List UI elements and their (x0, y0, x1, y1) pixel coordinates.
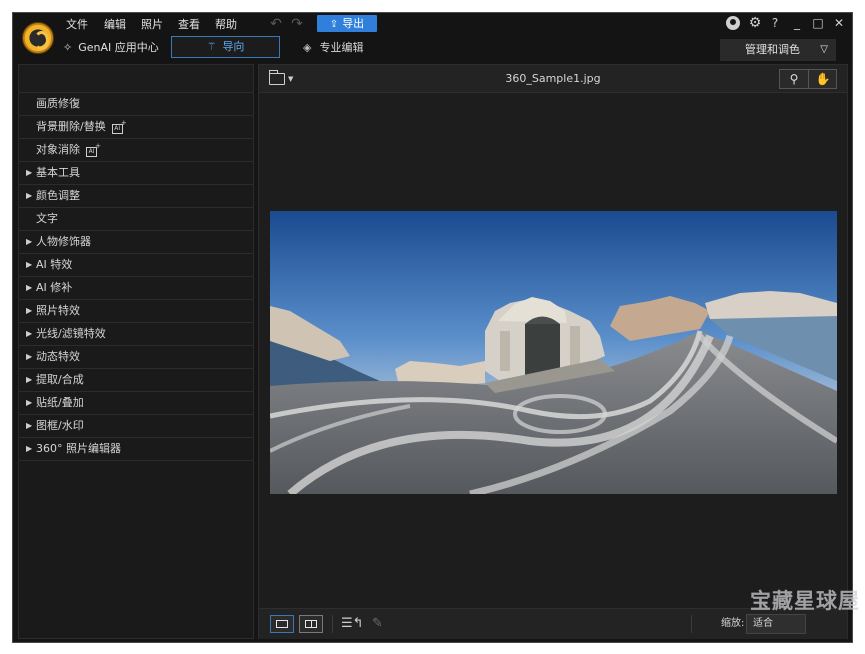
ai-badge-icon: AI (86, 143, 101, 157)
undo-icon[interactable]: ↶ (268, 16, 284, 32)
divider (332, 615, 333, 633)
manage-label: 管理和调色 (745, 43, 800, 56)
panel-item-label: 照片特效 (36, 304, 80, 317)
panel-item[interactable]: ▶ 照片特效 (19, 300, 253, 323)
sparkle-icon: ✧ (63, 41, 73, 54)
gear-icon[interactable]: ⚙ (747, 15, 763, 31)
brush-icon: ✎ (372, 616, 383, 631)
expand-arrow-icon: ▶ (26, 444, 33, 453)
user-icon[interactable] (726, 16, 740, 30)
hand-icon[interactable]: ✋ (809, 70, 837, 88)
zoom-select[interactable]: 适合 (746, 614, 806, 634)
expand-arrow-icon: ▶ (26, 191, 33, 200)
split-view-icon (305, 620, 317, 628)
panel-item-label: 颜色调整 (36, 189, 80, 202)
before-after-icon[interactable]: ☰↰ (341, 615, 364, 633)
expand-arrow-icon: ▶ (26, 237, 33, 246)
menu-file[interactable]: 文件 (66, 17, 88, 33)
panel-item[interactable]: ▶ 基本工具 (19, 162, 253, 185)
tools-panel: 画质修復 背景删除/替换AI 对象消除AI ▶基本工具 ▶颜色调整 文字 ▶人物… (18, 64, 254, 639)
panel-item[interactable]: ▶ 图框/水印 (19, 415, 253, 438)
expand-arrow-icon: ▶ (26, 398, 33, 407)
panel-item-label: 贴纸/叠加 (36, 396, 84, 409)
panel-item-label: 动态特效 (36, 350, 80, 363)
tab-guide-label: 导向 (222, 40, 245, 53)
panel-item[interactable]: ▶ AI 特效 (19, 254, 253, 277)
magic-wand-icon: ⚚ (206, 40, 217, 53)
compare-view-button[interactable] (299, 615, 323, 633)
panel-item[interactable]: ▶ 贴纸/叠加 (19, 392, 253, 415)
single-view-button[interactable] (270, 615, 294, 633)
panel-item-label: 360° 照片编辑器 (36, 442, 121, 455)
expand-arrow-icon: ▶ (26, 306, 33, 315)
expand-arrow-icon: ▶ (26, 168, 33, 177)
minimize-button[interactable]: _ (789, 15, 805, 31)
genai-label: GenAI 应用中心 (78, 41, 159, 54)
upload-icon: ⇪ (329, 19, 339, 30)
title-bar: 文件 编辑 照片 查看 帮助 ↶ ↷ ⇪ 导出 ⚙ ? _ □ ✕ ✧ GenAI … (13, 13, 852, 63)
app-logo-icon (22, 22, 54, 54)
panorama-illustration (270, 211, 837, 494)
panel-item[interactable]: 背景删除/替换 AI (19, 116, 253, 139)
menu-edit[interactable]: 编辑 (104, 17, 126, 33)
expand-arrow-icon: ▶ (26, 375, 33, 384)
panel-item[interactable]: ▶ 人物修饰器 (19, 231, 253, 254)
menu-help[interactable]: 帮助 (215, 17, 237, 33)
menu-view[interactable]: 查看 (178, 17, 200, 33)
panel-item[interactable]: ▶ 360° 照片编辑器 (19, 438, 253, 461)
viewer-toolbar: ▼ 360_Sample1.jpg ⚲ ✋ (259, 65, 847, 93)
panorama-image[interactable] (270, 211, 837, 494)
panel-item[interactable]: ▶ 光线/滤镜特效 (19, 323, 253, 346)
tab-pro-edit[interactable]: ◈ 专业编辑 (303, 40, 363, 56)
panel-item-label: 人物修饰器 (36, 235, 91, 248)
help-button[interactable]: ? (767, 15, 783, 31)
panel-item-label: 基本工具 (36, 166, 80, 179)
zoom-label: 缩放: (721, 618, 745, 629)
panel-item-label: AI 修补 (36, 281, 73, 294)
panel-item-label: 提取/合成 (36, 373, 84, 386)
expand-arrow-icon: ▶ (26, 260, 33, 269)
expand-arrow-icon: ▶ (26, 352, 33, 361)
menu-photo[interactable]: 照片 (141, 17, 163, 33)
divider (691, 615, 692, 633)
chevron-down-icon: ▽ (820, 44, 828, 55)
single-view-icon (276, 620, 288, 628)
genai-hub-button[interactable]: ✧ GenAI 应用中心 (63, 40, 159, 56)
panel-item-label: 对象消除 (36, 143, 80, 156)
maximize-button[interactable]: □ (810, 15, 826, 31)
redo-icon[interactable]: ↷ (289, 16, 305, 32)
expand-arrow-icon: ▶ (26, 283, 33, 292)
tab-guide[interactable]: ⚚ 导向 (171, 36, 280, 58)
panel-item-label: AI 特效 (36, 258, 73, 271)
export-button[interactable]: ⇪ 导出 (317, 15, 377, 32)
tools-panel-header (19, 65, 253, 93)
export-label: 导出 (342, 17, 365, 30)
watermark: 宝藏星球屋 (750, 589, 860, 613)
panel-item[interactable]: ▶ 动态特效 (19, 346, 253, 369)
magnifier-icon[interactable]: ⚲ (780, 70, 808, 88)
panel-item[interactable]: 文字 (19, 208, 253, 231)
panel-item-label: 图框/水印 (36, 419, 84, 432)
panel-item[interactable]: ▶ AI 修补 (19, 277, 253, 300)
panel-item-label: 文字 (36, 212, 58, 225)
panel-item[interactable]: ▶ 提取/合成 (19, 369, 253, 392)
expand-arrow-icon: ▶ (26, 329, 33, 338)
panel-item-label: 背景删除/替换 (36, 120, 106, 133)
tab-pro-edit-label: 专业编辑 (319, 41, 364, 54)
tools-list: 画质修復 背景删除/替换AI 对象消除AI ▶基本工具 ▶颜色调整 文字 ▶人物… (19, 93, 253, 461)
view-tools: ⚲ ✋ (779, 69, 837, 89)
panel-item[interactable]: 对象消除 AI (19, 139, 253, 162)
manage-and-grade-dropdown[interactable]: 管理和调色 ▽ (720, 39, 836, 61)
expand-arrow-icon: ▶ (26, 421, 33, 430)
panel-item-label: 光线/滤镜特效 (36, 327, 106, 340)
layers-icon: ◈ (303, 41, 312, 54)
photo-viewer: ▼ 360_Sample1.jpg ⚲ ✋ ☰↰ ✎ 缩放: 适合 (258, 64, 848, 639)
ai-badge-icon: AI (111, 120, 127, 134)
close-button[interactable]: ✕ (831, 15, 847, 31)
panel-item[interactable]: 画质修復 (19, 93, 253, 116)
app-window: 文件 编辑 照片 查看 帮助 ↶ ↷ ⇪ 导出 ⚙ ? _ □ ✕ ✧ GenAI … (12, 12, 853, 643)
panel-item[interactable]: ▶ 颜色调整 (19, 185, 253, 208)
file-name: 360_Sample1.jpg (505, 72, 601, 85)
panel-item-label: 画质修復 (36, 97, 80, 110)
